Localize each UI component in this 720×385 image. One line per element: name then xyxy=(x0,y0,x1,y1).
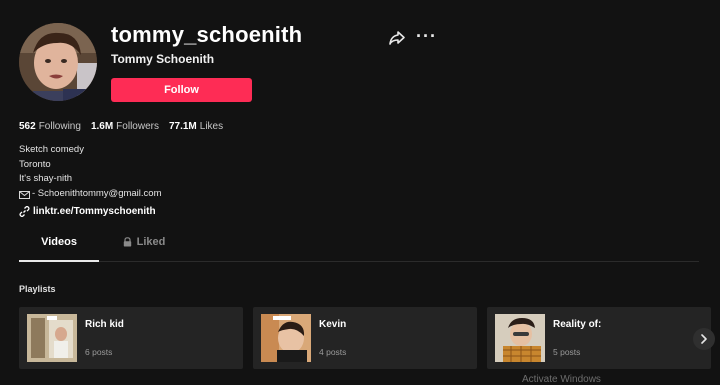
stat-likes-label: Likes xyxy=(199,121,224,132)
tab-liked[interactable]: Liked xyxy=(114,236,174,261)
stat-likes: 77.1M Likes xyxy=(169,121,223,132)
playlist-post-count: 5 posts xyxy=(553,347,581,357)
tab-videos[interactable]: Videos xyxy=(19,236,99,262)
profile-stats: 562 Following 1.6M Followers 77.1M Likes xyxy=(19,121,223,132)
profile-bio: Sketch comedy Toronto It's shay-nith - S… xyxy=(19,143,162,202)
lock-icon xyxy=(123,237,131,247)
tab-videos-label: Videos xyxy=(41,236,77,248)
more-options-icon[interactable]: ··· xyxy=(416,27,437,45)
playlists-heading: Playlists xyxy=(19,284,56,294)
stat-followers-label: Followers xyxy=(116,121,159,132)
bio-line: It's shay-nith xyxy=(19,173,73,185)
playlist-thumbnail xyxy=(495,314,545,362)
share-icon[interactable] xyxy=(388,30,406,46)
stat-followers[interactable]: 1.6M Followers xyxy=(91,121,159,132)
playlist-card-rich-kid[interactable]: Rich kid 6 posts xyxy=(19,307,243,369)
stat-following-value: 562 xyxy=(19,121,36,132)
link-icon xyxy=(19,206,30,217)
bio-email-line: - Schoenithtommy@gmail.com xyxy=(19,187,162,202)
follow-button[interactable]: Follow xyxy=(111,78,252,102)
playlist-thumbnail xyxy=(27,314,77,362)
playlist-post-count: 6 posts xyxy=(85,347,113,357)
playlist-post-count: 4 posts xyxy=(319,347,347,357)
profile-link-text: linktr.ee/Tommyschoenith xyxy=(33,206,156,217)
stat-following[interactable]: 562 Following xyxy=(19,121,81,132)
profile-tabs: Videos Liked xyxy=(19,236,699,262)
playlist-name: Kevin xyxy=(319,319,347,330)
bio-line: Toronto xyxy=(19,158,51,170)
playlist-card-kevin[interactable]: Kevin 4 posts xyxy=(253,307,477,369)
os-watermark: Activate Windows xyxy=(522,374,601,385)
chevron-right-icon xyxy=(701,334,707,344)
stat-followers-value: 1.6M xyxy=(90,121,114,132)
bio-email: - Schoenithtommy@gmail.com xyxy=(32,188,162,200)
profile-username: tommy_schoenith xyxy=(111,22,303,47)
tab-liked-label: Liked xyxy=(136,236,166,248)
playlist-thumbnail xyxy=(261,314,311,362)
profile-link[interactable]: linktr.ee/Tommyschoenith xyxy=(19,206,156,217)
playlist-name: Rich kid xyxy=(85,319,124,330)
stat-likes-value: 77.1M xyxy=(168,121,197,132)
profile-avatar[interactable] xyxy=(19,23,97,101)
playlists-next-button[interactable] xyxy=(693,328,715,350)
bio-line: Sketch comedy xyxy=(19,144,84,155)
playlist-card-reality-of[interactable]: Reality of: 5 posts xyxy=(487,307,711,369)
mail-icon xyxy=(19,190,30,200)
playlist-name: Reality of: xyxy=(553,319,602,330)
stat-following-label: Following xyxy=(38,121,81,132)
profile-display-name: Tommy Schoenith xyxy=(111,52,215,66)
